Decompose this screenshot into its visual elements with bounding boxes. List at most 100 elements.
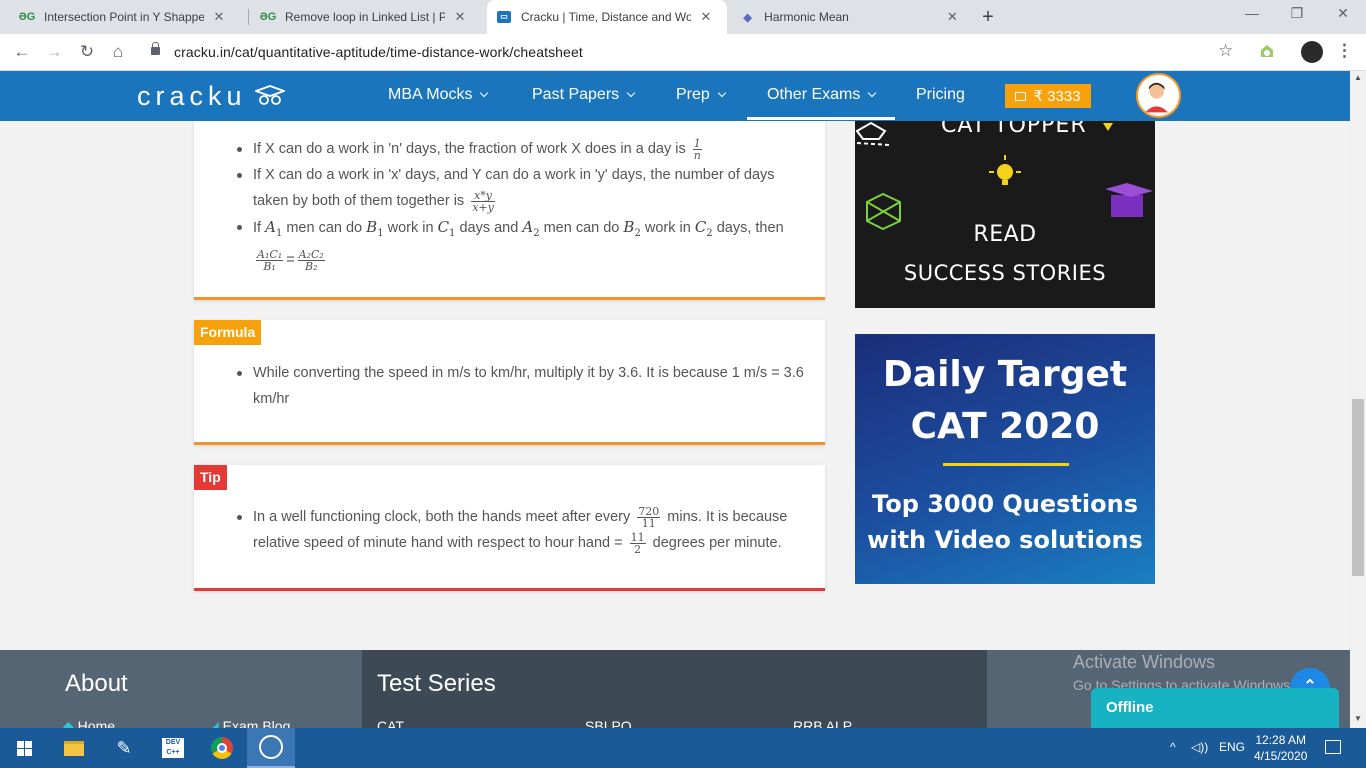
home-icon[interactable]: ⌂ (107, 41, 129, 63)
bullet-text: work in (387, 220, 434, 236)
clock-time: 12:28 AM (1255, 733, 1307, 747)
nav-prep[interactable]: Prep (676, 86, 727, 104)
profile-icon[interactable] (1301, 41, 1323, 63)
fraction: 720 11 (637, 504, 661, 529)
tab-title: Intersection Point in Y Shapped L (44, 10, 204, 24)
nav-active-indicator (747, 117, 895, 120)
bullet-text: days, (716, 220, 752, 236)
taskbar-clock[interactable]: 12:28 AM 4/15/2020 (1254, 732, 1307, 764)
tab-cracku[interactable]: ▭ Cracku | Time, Distance and Work ✕ (487, 0, 727, 34)
scroll-up-icon[interactable]: ▲ (1350, 73, 1366, 82)
chat-offline-widget[interactable]: Offline (1091, 688, 1339, 728)
minimize-icon[interactable]: — (1240, 5, 1264, 21)
tab-intersection-point[interactable]: ƏG Intersection Point in Y Shapped L ✕ (8, 0, 248, 34)
math-b2: B2 (623, 218, 641, 239)
chrome-taskbar-button[interactable] (198, 728, 246, 768)
input-language[interactable]: ENG (1219, 740, 1245, 754)
bullet-text: If X can do a work in 'n' days, the frac… (253, 141, 686, 157)
tab-harmonic-mean[interactable]: ◆ Harmonic Mean ✕ (729, 0, 969, 34)
close-icon[interactable]: ✕ (453, 9, 467, 25)
close-icon[interactable]: ✕ (212, 9, 226, 25)
fraction-denominator: B₁ (263, 259, 276, 273)
footer-about-column: About ◆ Home ◢ Exam Blog (0, 650, 362, 734)
browser-menu-icon[interactable]: ⋮ (1336, 41, 1353, 61)
back-icon[interactable]: ← (11, 41, 33, 63)
browser-tab-strip: ƏG Intersection Point in Y Shapped L ✕ Ə… (0, 0, 1366, 34)
tab-remove-loop[interactable]: ƏG Remove loop in Linked List | Prac ✕ (249, 0, 487, 34)
page-scrollbar[interactable]: ▲ ▼ (1350, 71, 1366, 728)
nav-mba-mocks[interactable]: MBA Mocks (388, 86, 489, 104)
wallet-balance-button[interactable]: ₹ 3333 (1005, 84, 1091, 108)
list-item: While converting the speed in m/s to km/… (194, 360, 825, 412)
pen-icon: ✎ (116, 737, 132, 758)
window-close-icon[interactable]: ✕ (1331, 5, 1355, 22)
ad-line: with Video solutions (867, 526, 1143, 554)
list-item: If X can do a work in 'n' days, the frac… (194, 136, 825, 162)
chrome-icon (211, 737, 233, 759)
start-button[interactable] (0, 728, 48, 768)
cat-topper-ad[interactable]: CAT TOPPER READ SUCCESS STORIES (855, 121, 1155, 308)
equals-sign: = (286, 252, 295, 268)
volume-icon[interactable]: ◁)) (1191, 740, 1208, 754)
tip-list: In a well functioning clock, both the ha… (194, 465, 825, 556)
bookmark-star-icon[interactable]: ☆ (1218, 41, 1233, 61)
nav-past-papers[interactable]: Past Papers (532, 86, 636, 104)
new-tab-button[interactable]: + (977, 6, 999, 29)
math-c1: C1 (437, 218, 456, 239)
notification-icon[interactable] (1325, 740, 1341, 754)
nav-label: Pricing (916, 86, 965, 103)
gfg-icon: ƏG (18, 11, 36, 23)
forward-icon[interactable]: → (43, 41, 65, 63)
browser-toolbar: ← → ↻ ⌂ cracku.in/cat/quantitative-aptit… (0, 34, 1366, 71)
address-bar[interactable]: cracku.in/cat/quantitative-aptitude/time… (140, 39, 1245, 66)
pen-app-button[interactable]: ✎ (100, 728, 148, 768)
nav-label: Prep (676, 86, 710, 103)
math-b1: B1 (366, 218, 384, 239)
close-icon[interactable]: ✕ (699, 9, 713, 25)
fraction: A₂C₂ B₂ (297, 249, 325, 273)
ad-line: CAT 2020 (910, 406, 1100, 447)
fraction-denominator: x+y (472, 200, 494, 214)
tab-title: Cracku | Time, Distance and Work (521, 10, 691, 24)
avatar-illustration (1138, 75, 1175, 113)
math-a1: A1 (265, 218, 283, 239)
fraction-denominator: B₂ (305, 259, 318, 273)
fraction-denominator: n (693, 148, 701, 162)
chevron-down-icon (717, 88, 727, 98)
extension-icon[interactable] (1258, 42, 1276, 60)
lock-icon (151, 42, 160, 55)
tab-title: Harmonic Mean (764, 10, 849, 24)
scroll-down-icon[interactable]: ▼ (1350, 714, 1366, 723)
user-avatar[interactable] (1136, 73, 1181, 118)
nav-other-exams[interactable]: Other Exams (767, 86, 877, 104)
fraction: 1n (692, 138, 702, 162)
fraction-numerator: 720 (637, 504, 661, 518)
chevron-down-icon (480, 88, 489, 98)
cracku-icon: ▭ (497, 11, 511, 23)
list-item: If X can do a work in 'x' days, and Y ca… (194, 162, 825, 214)
nav-label: MBA Mocks (388, 86, 473, 103)
windows-icon (16, 740, 32, 756)
ad-stories-text: SUCCESS STORIES (903, 261, 1107, 285)
scroll-thumb[interactable] (1352, 399, 1364, 576)
math-a2: A2 (522, 218, 540, 239)
file-explorer-button[interactable] (50, 728, 98, 768)
harmonic-mean-icon: ◆ (743, 11, 752, 24)
nav-pricing[interactable]: Pricing (916, 86, 965, 104)
card-accent-bar (194, 588, 825, 591)
photos-taskbar-button[interactable] (247, 728, 295, 768)
dev-cpp-button[interactable]: DEV C++ (149, 728, 197, 768)
fraction-numerator: A₁C₁ (256, 247, 284, 261)
reload-icon[interactable]: ↻ (76, 41, 98, 63)
wallet-balance: ₹ 3333 (1033, 88, 1081, 105)
fraction: A₁C₁ B₁ (256, 247, 284, 273)
tray-chevron-icon[interactable]: ^ (1170, 740, 1176, 754)
bullet-text: While converting the speed in m/s to km/… (253, 365, 804, 407)
fraction-numerator: x*y (471, 190, 495, 202)
cracku-logo[interactable]: cracku (137, 81, 247, 112)
tab-title: Remove loop in Linked List | Prac (285, 10, 445, 24)
dev-cpp-icon: DEV C++ (162, 738, 184, 758)
daily-target-ad[interactable]: Daily Target CAT 2020 Top 3000 Questions… (855, 334, 1155, 584)
restore-icon[interactable]: ❐ (1285, 5, 1309, 22)
close-icon[interactable]: ✕ (946, 9, 959, 25)
